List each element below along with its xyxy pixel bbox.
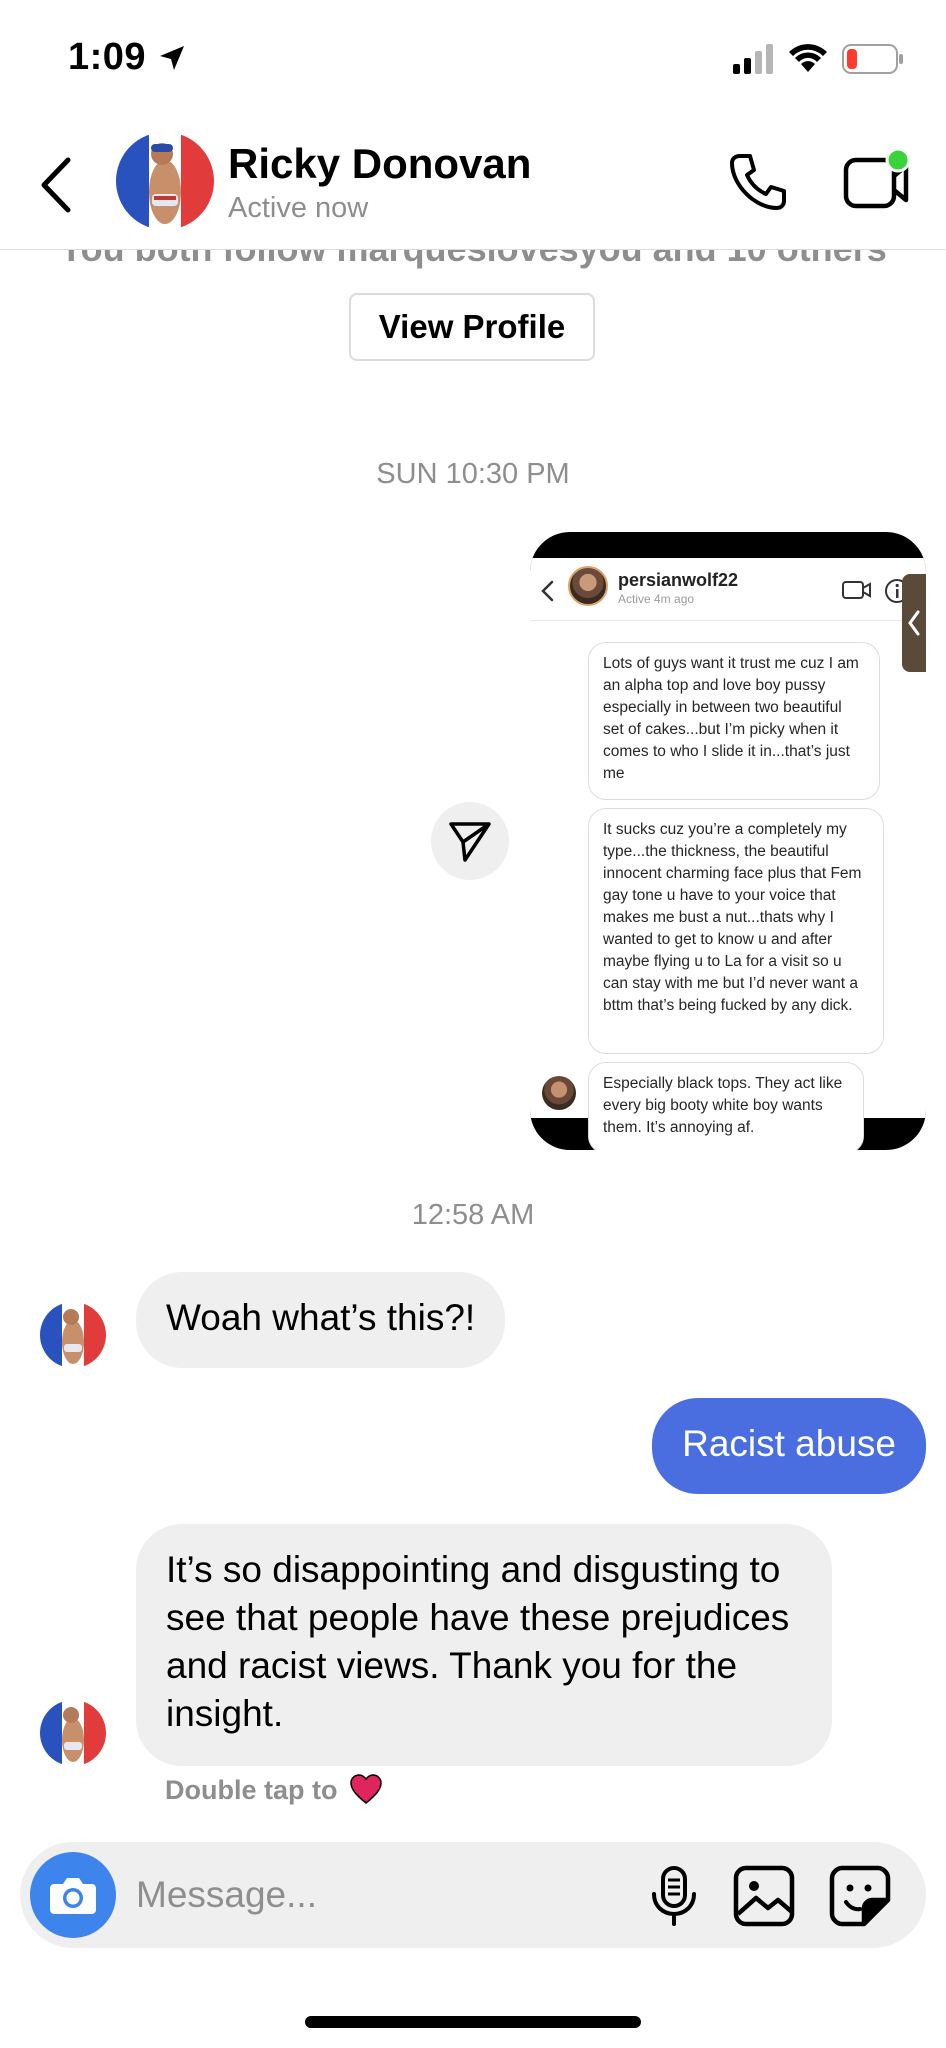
double-tap-text: Double tap to [165, 1775, 338, 1805]
shared-screenshot[interactable]: persianwolf22 Active 4m ago Lots of guys… [530, 532, 926, 1150]
gallery-icon[interactable] [732, 1864, 796, 1928]
camera-icon [50, 1878, 96, 1914]
avatar[interactable] [40, 1302, 106, 1368]
video-call-icon[interactable] [842, 148, 912, 216]
avatar [568, 566, 608, 606]
sticker-icon[interactable] [828, 1864, 892, 1928]
home-indicator [305, 2016, 641, 2028]
back-arrow-icon [541, 580, 554, 602]
screenshot-message: It sucks cuz you’re a completely my type… [588, 808, 884, 1054]
status-time: 1:09 [68, 36, 147, 78]
wifi-icon [789, 44, 827, 72]
message-input[interactable] [136, 1868, 636, 1922]
camera-button[interactable] [30, 1852, 116, 1938]
avatar[interactable] [40, 1700, 106, 1766]
forward-send-icon[interactable] [431, 802, 509, 880]
contact-name[interactable]: Ricky Donovan [228, 140, 531, 188]
message-composer [20, 1842, 926, 1948]
view-profile-button[interactable]: View Profile [349, 293, 595, 361]
battery-icon [842, 44, 903, 74]
status-bar: 1:09 [0, 0, 946, 120]
heart-icon [350, 1774, 382, 1804]
screenshot-username: persianwolf22 [618, 570, 739, 590]
timestamp: SUN 10:30 PM [376, 458, 570, 490]
contact-status: Active now [228, 192, 369, 224]
chevron-left-icon [908, 610, 920, 636]
incoming-message[interactable]: It’s so disappointing and disgusting to … [136, 1524, 832, 1766]
screenshot-message: Lots of guys want it trust me cuz I am a… [588, 642, 880, 800]
phone-call-icon[interactable] [726, 150, 790, 214]
screenshot-active-status: Active 4m ago [618, 592, 695, 606]
screenshot-content: persianwolf22 Active 4m ago Lots of guys… [530, 558, 926, 1150]
incoming-message[interactable]: Woah what’s this?! [136, 1272, 506, 1368]
video-call-icon [842, 581, 871, 599]
screenshot-message: Especially black tops. They act like eve… [588, 1062, 864, 1150]
cellular-signal-icon [733, 44, 773, 74]
back-arrow-icon[interactable] [36, 150, 86, 220]
divider [530, 620, 926, 621]
chat-header: Ricky Donovan Active now [0, 120, 946, 250]
outgoing-message[interactable]: Racist abuse [652, 1398, 926, 1494]
timestamp: 12:58 AM [411, 1199, 535, 1231]
avatar[interactable] [116, 132, 214, 230]
screenshot-side-tab [902, 574, 926, 672]
location-arrow-icon [160, 46, 184, 70]
microphone-icon[interactable] [644, 1864, 704, 1928]
double-tap-hint: Double tap to [165, 1773, 383, 1806]
avatar [542, 1076, 576, 1110]
